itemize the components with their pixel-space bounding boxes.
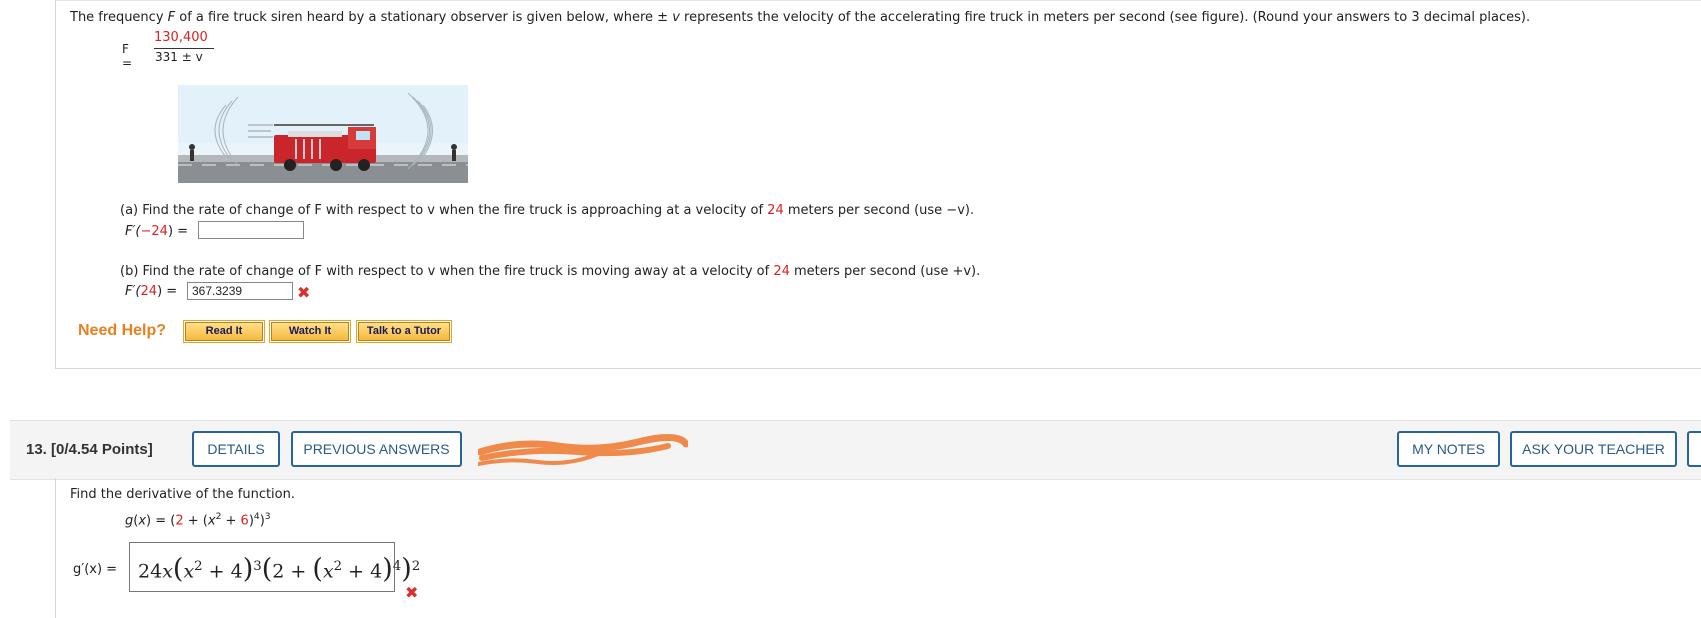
derivative-answer-box[interactable]: 24x(x2 + 4)3(2 + (x2 + 4)4)2: [129, 542, 420, 592]
ask-your-teacher-button[interactable]: ASK YOUR TEACHER: [1510, 431, 1677, 467]
fire-truck-figure: [178, 85, 468, 183]
formula-lhs: F =: [122, 42, 133, 70]
problem-13-points: 13. [0/4.54 Points]: [26, 441, 153, 458]
formula-denominator: 331 ± v: [155, 50, 203, 64]
read-it-button[interactable]: Read It: [183, 320, 265, 343]
formula-numerator: 130,400: [154, 30, 208, 45]
more-button-partial[interactable]: [1687, 431, 1701, 467]
need-help-label: Need Help?: [78, 322, 167, 339]
problem-13-prompt: Find the derivative of the function.: [70, 487, 295, 502]
x-mark-icon: ✖: [297, 283, 311, 302]
part-a-question: (a) Find the rate of change of F with re…: [120, 203, 975, 218]
scribble-redaction: [478, 434, 688, 466]
function-g: g(x) = (2 + (x2 + 6)4)3: [125, 512, 271, 529]
previous-answers-button[interactable]: PREVIOUS ANSWERS: [291, 431, 462, 467]
part-b-answer-input[interactable]: 367.3239: [187, 282, 293, 300]
fraction-bar: [154, 48, 214, 49]
problem-12-intro: The frequency F of a fire truck siren he…: [70, 10, 1531, 25]
part-b-answer-label: F′(24) =: [125, 284, 178, 299]
talk-to-tutor-button[interactable]: Talk to a Tutor: [356, 320, 452, 343]
part-a-answer-input[interactable]: [198, 221, 304, 239]
part-b-question: (b) Find the rate of change of F with re…: [120, 264, 981, 279]
my-notes-button[interactable]: MY NOTES: [1397, 431, 1500, 467]
problem-12-panel: [55, 0, 1701, 369]
watch-it-button[interactable]: Watch It: [269, 320, 351, 343]
gprime-label: g′(x) =: [73, 562, 118, 577]
x-mark-icon: ✖: [405, 583, 419, 602]
details-button[interactable]: DETAILS: [192, 431, 280, 467]
part-a-answer-label: F′(−24) =: [125, 224, 189, 239]
